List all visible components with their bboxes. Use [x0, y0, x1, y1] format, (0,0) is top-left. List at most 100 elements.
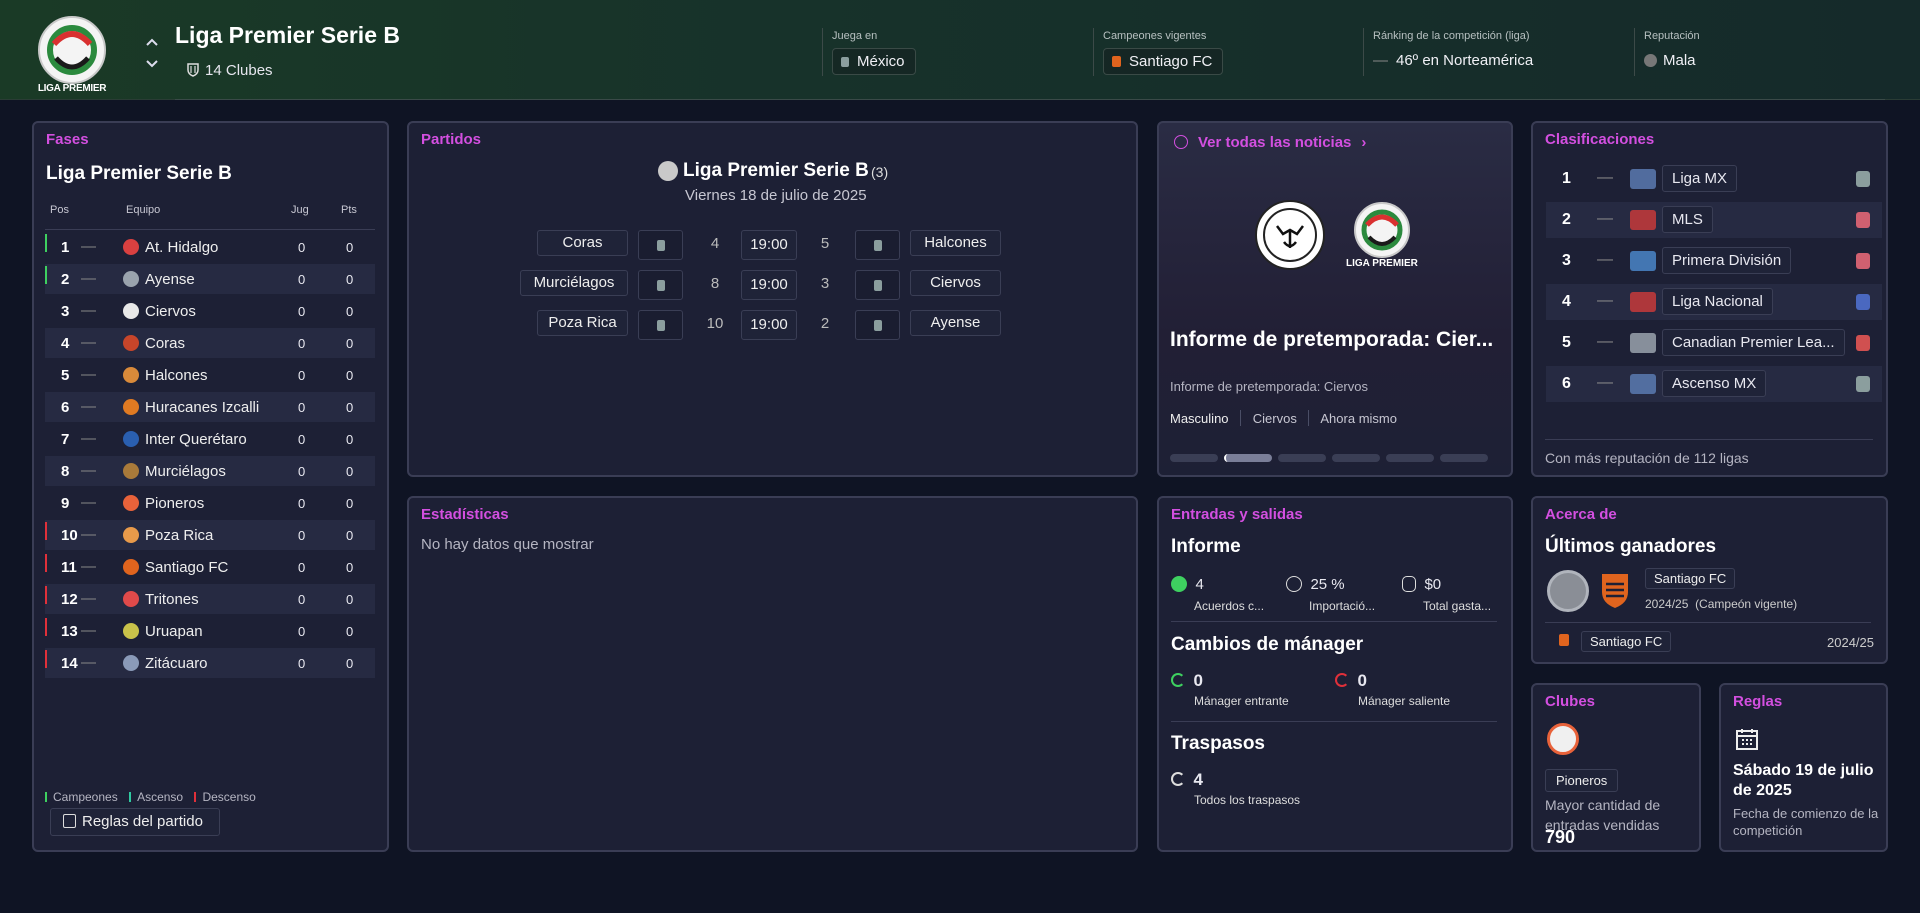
legend-promotion: Ascenso	[137, 790, 184, 804]
table-row[interactable]: 3 — Ciervos 0 0	[45, 296, 375, 326]
match-rules-button[interactable]: Reglas del partido	[50, 808, 220, 836]
home-team[interactable]: Coras	[537, 230, 628, 256]
table-row[interactable]: 11— Santiago FC 0 0	[45, 552, 375, 582]
league-name-chip[interactable]: Liga MX	[1662, 165, 1738, 192]
acerca-panel: Acerca de Últimos ganadores Santiago FC …	[1531, 496, 1888, 664]
match-time[interactable]: 19:00	[741, 230, 797, 260]
reputation-label: Reputación	[1644, 30, 1700, 42]
league-logo-icon	[1630, 210, 1656, 230]
table-row[interactable]: 9 — Pioneros 0 0	[45, 488, 375, 518]
row-team[interactable]: Murciélagos	[145, 463, 226, 480]
clubs-count-label: Clubes	[225, 62, 273, 79]
table-row[interactable]: 14— Zitácuaro 0 0	[45, 648, 375, 678]
table-row[interactable]: 10— Poza Rica 0 0	[45, 520, 375, 550]
table-row[interactable]: 5 — Halcones 0 0	[45, 360, 375, 390]
table-row[interactable]: 1 — At. Hidalgo 0 0	[45, 232, 375, 262]
list-item[interactable]: 4 — Liga Nacional	[1546, 284, 1882, 320]
chevron-down-icon[interactable]	[144, 56, 160, 72]
trend-dash-icon: —	[81, 654, 96, 671]
clubes-title[interactable]: Clubes	[1545, 693, 1595, 710]
away-rank: 5	[820, 235, 830, 252]
winner-row-chip[interactable]: Santiago FC	[1581, 631, 1672, 652]
fases-title[interactable]: Fases	[46, 131, 89, 148]
row-points: 0	[346, 592, 354, 607]
away-team[interactable]: Ciervos	[910, 270, 1001, 296]
row-team[interactable]: Santiago FC	[145, 559, 228, 576]
row-team[interactable]: Tritones	[145, 591, 199, 608]
trend-dash-icon: —	[1597, 251, 1613, 268]
all-news-link[interactable]: Ver todas las noticias ›	[1174, 134, 1366, 151]
team-badge-icon	[123, 271, 139, 287]
list-item[interactable]: 2 — MLS	[1546, 202, 1882, 238]
league-header: LIGA PREMIER Liga Premier Serie B 14 Clu…	[0, 0, 1920, 100]
row-team[interactable]: Ciervos	[145, 303, 196, 320]
partidos-title[interactable]: Partidos	[421, 131, 481, 148]
league-name-chip[interactable]: Primera División	[1662, 247, 1792, 274]
row-position: 10	[61, 527, 78, 544]
plays-in-info: Juega en México	[832, 30, 916, 75]
match-time[interactable]: 19:00	[741, 310, 797, 340]
shield-icon	[187, 63, 199, 77]
champions-chip[interactable]: Santiago FC	[1103, 48, 1224, 75]
away-team[interactable]: Halcones	[910, 230, 1001, 256]
acerca-title[interactable]: Acerca de	[1545, 506, 1617, 523]
reglas-title[interactable]: Reglas	[1733, 693, 1782, 710]
table-row[interactable]: 4 — Coras 0 0	[45, 328, 375, 358]
club-crest-icon	[1112, 56, 1121, 67]
reputation-icon	[1644, 54, 1657, 67]
club-chip[interactable]: Pioneros	[1545, 769, 1619, 792]
trend-dash-icon: —	[81, 366, 96, 383]
list-item[interactable]: 6 — Ascenso MX	[1546, 366, 1882, 402]
row-team[interactable]: Huracanes Izcalli	[145, 399, 259, 416]
row-team[interactable]: Pioneros	[145, 495, 204, 512]
trend-dash-icon: —	[1597, 374, 1613, 391]
home-team[interactable]: Murciélagos	[520, 270, 628, 296]
row-team[interactable]: Uruapan	[145, 623, 203, 640]
row-points: 0	[346, 304, 354, 319]
winners-title: Últimos ganadores	[1545, 536, 1717, 557]
country-chip[interactable]: México	[832, 48, 916, 75]
row-team[interactable]: Zitácuaro	[145, 655, 208, 672]
league-name-chip[interactable]: Liga Nacional	[1662, 288, 1773, 315]
away-team[interactable]: Ayense	[910, 310, 1001, 336]
estadisticas-title[interactable]: Estadísticas	[421, 506, 509, 523]
trend-dash-icon: —	[81, 590, 96, 607]
table-row[interactable]: 12— Tritones 0 0	[45, 584, 375, 614]
home-team[interactable]: Poza Rica	[537, 310, 628, 336]
match-time[interactable]: 19:00	[741, 270, 797, 300]
row-team[interactable]: Halcones	[145, 367, 208, 384]
news-headline[interactable]: Informe de pretemporada: Cier...	[1170, 328, 1493, 352]
chevron-up-icon[interactable]	[144, 34, 160, 50]
team-badge-icon	[123, 527, 139, 543]
table-row[interactable]: 7 — Inter Querétaro 0 0	[45, 424, 375, 454]
ranking-label: Ránking de la competición (liga)	[1373, 30, 1530, 42]
league-name-chip[interactable]: MLS	[1662, 206, 1713, 233]
list-item[interactable]: 5 — Canadian Premier Lea...	[1546, 325, 1882, 361]
list-item[interactable]: 1 — Liga MX	[1546, 161, 1882, 197]
row-team[interactable]: Poza Rica	[145, 527, 213, 544]
country-name: México	[857, 53, 905, 70]
league-name-chip[interactable]: Canadian Premier Lea...	[1662, 329, 1845, 356]
entradas-title[interactable]: Entradas y salidas	[1171, 506, 1303, 523]
transfers[interactable]: 4 Todos los traspasos	[1171, 770, 1300, 807]
table-row[interactable]: 6 — Huracanes Izcalli 0 0	[45, 392, 375, 422]
news-tag: Masculino	[1170, 411, 1229, 426]
row-team[interactable]: Ayense	[145, 271, 195, 288]
row-team[interactable]: At. Hidalgo	[145, 239, 218, 256]
league-name-chip[interactable]: Ascenso MX	[1662, 370, 1767, 397]
clasificaciones-title[interactable]: Clasificaciones	[1545, 131, 1654, 148]
zone-marker	[45, 618, 47, 636]
table-row[interactable]: 8 — Murciélagos 0 0	[45, 456, 375, 486]
winner-chip[interactable]: Santiago FC	[1645, 568, 1736, 589]
row-team[interactable]: Inter Querétaro	[145, 431, 247, 448]
col-team: Equipo	[126, 204, 161, 216]
table-row[interactable]: 2 — Ayense 0 0	[45, 264, 375, 294]
home-kit-icon	[638, 310, 683, 340]
news-carousel-indicators[interactable]	[1170, 449, 1494, 467]
informe-title: Informe	[1171, 536, 1241, 557]
table-row[interactable]: 13— Uruapan 0 0	[45, 616, 375, 646]
list-item[interactable]: 3 — Primera División	[1546, 243, 1882, 279]
team-badge-icon	[123, 367, 139, 383]
row-team[interactable]: Coras	[145, 335, 185, 352]
legend-relegation: Descenso	[202, 790, 256, 804]
